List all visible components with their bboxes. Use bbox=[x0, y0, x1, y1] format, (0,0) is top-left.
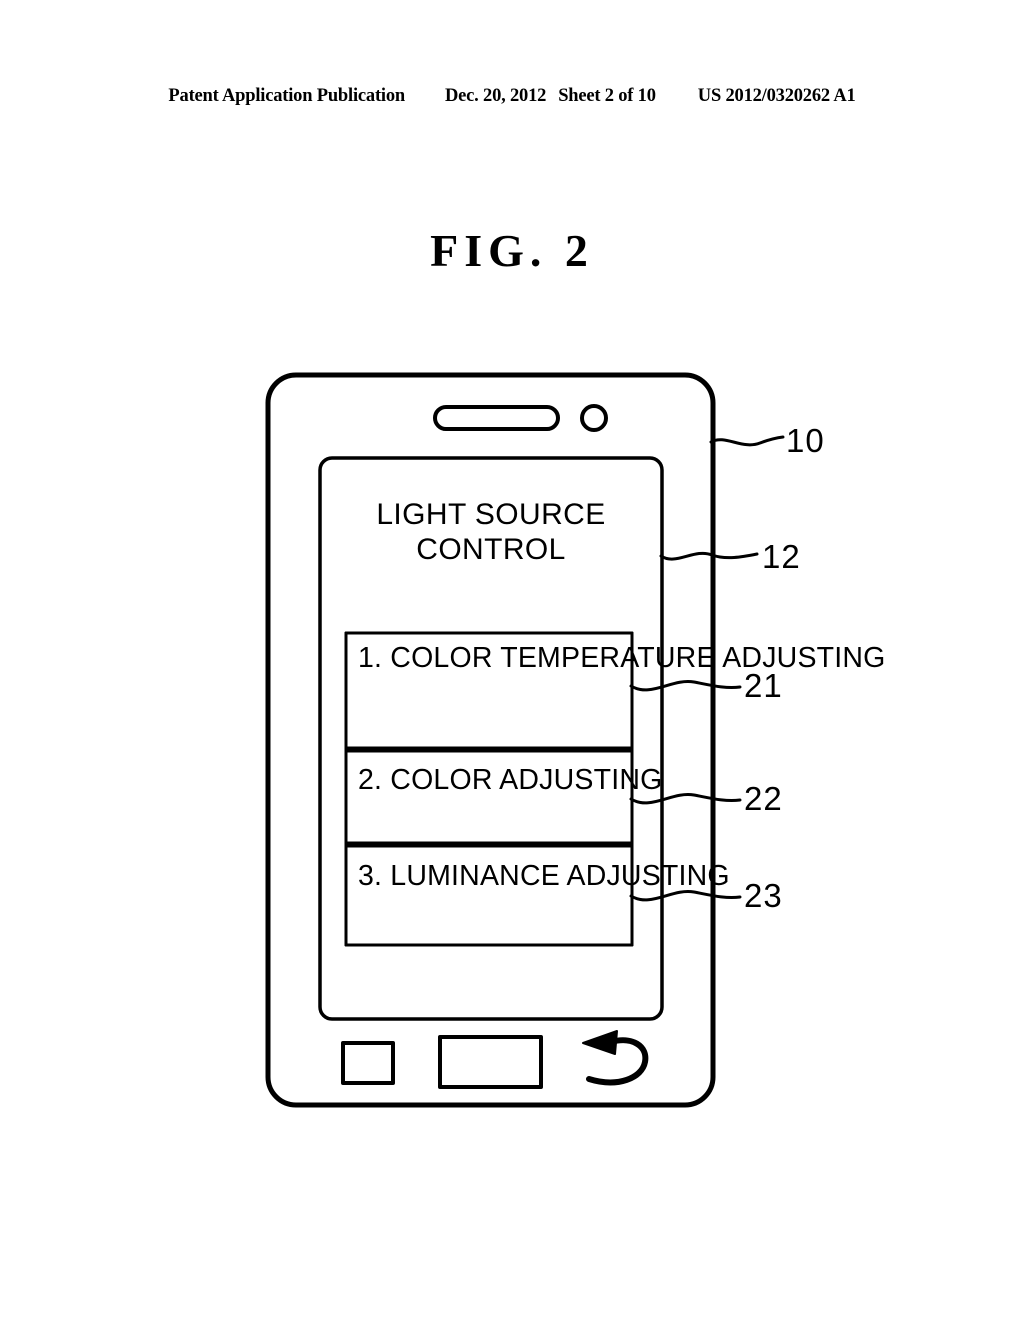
camera-lens-icon bbox=[580, 404, 608, 432]
menu-button-square-icon[interactable] bbox=[341, 1041, 395, 1085]
speaker-slot-icon bbox=[433, 405, 560, 431]
reference-numeral-21: 21 bbox=[744, 667, 783, 704]
menu-item-label-2: 2. COLOR ADJUSTING bbox=[358, 764, 663, 796]
reference-numeral-22: 22 bbox=[744, 780, 783, 817]
reference-numeral-10: 10 bbox=[786, 422, 825, 459]
menu-item-label-1: 1. COLOR TEMPERATURE ADJUSTING bbox=[358, 642, 886, 674]
home-button-rectangle-icon[interactable] bbox=[438, 1035, 543, 1089]
screen-title-text: LIGHT SOURCE CONTROL bbox=[376, 498, 606, 566]
reference-numeral-12: 12 bbox=[762, 538, 801, 575]
menu-item-label-3: 3. LUMINANCE ADJUSTING bbox=[358, 860, 730, 892]
reference-numeral-23: 23 bbox=[744, 877, 783, 914]
leader-line-10 bbox=[709, 435, 785, 447]
